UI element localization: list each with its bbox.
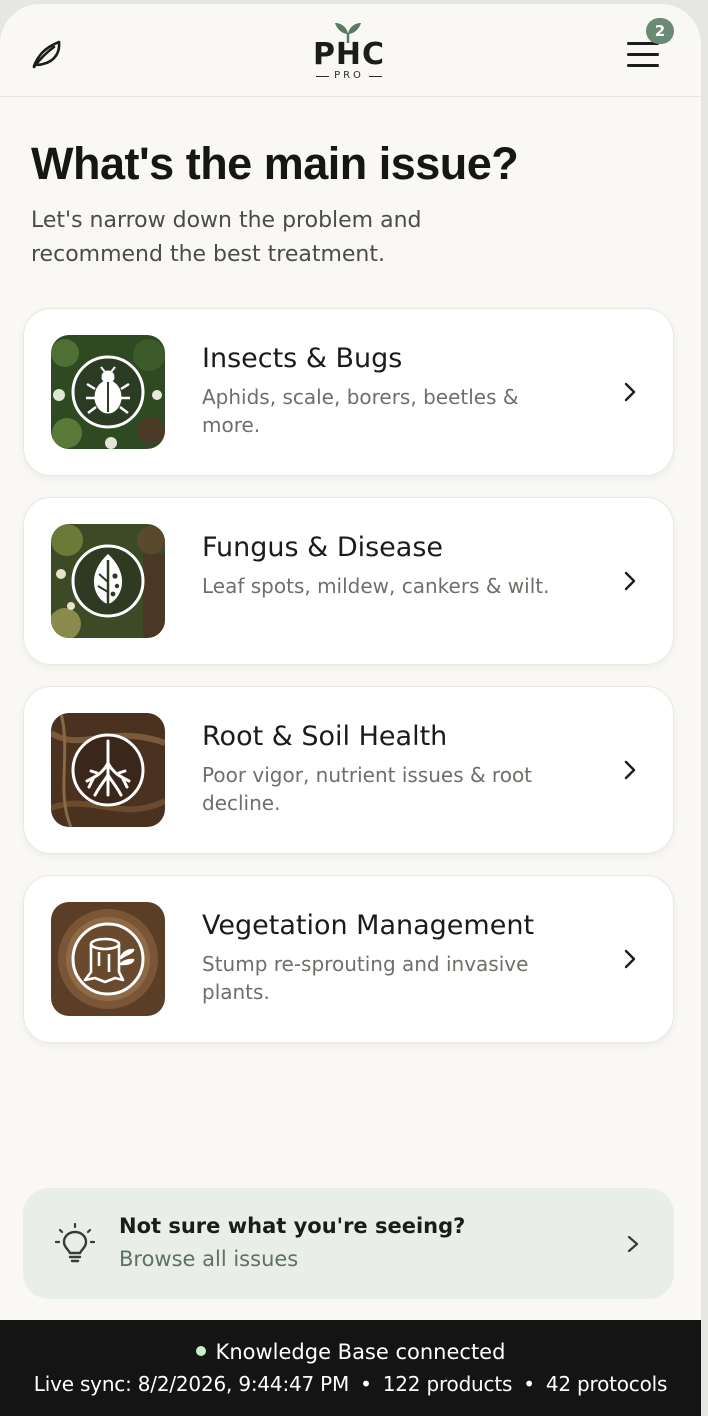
status-dot-icon xyxy=(195,1346,206,1356)
issue-card-root-soil[interactable]: Root & Soil Health Poor vigor, nutrient … xyxy=(23,686,674,854)
app-screen: PHC PRO 2 What's the main issue? Let's n… xyxy=(0,4,701,1416)
chevron-right-icon xyxy=(624,760,636,780)
knowledge-base-status-bar: Knowledge Base connected Live sync: 8/2/… xyxy=(0,1320,701,1416)
chevron-right-icon xyxy=(627,1235,639,1253)
separator: • xyxy=(360,1372,372,1396)
roots-thumbnail xyxy=(51,713,165,827)
notification-badge: 2 xyxy=(646,18,674,44)
fungus-thumbnail xyxy=(51,524,165,638)
browse-all-link[interactable]: Browse all issues xyxy=(119,1247,298,1271)
card-description: Stump re-sprouting and invasive plants. xyxy=(202,952,529,1004)
card-title: Vegetation Management xyxy=(202,910,535,941)
phc-pro-logo[interactable]: PHC PRO xyxy=(311,21,387,85)
chevron-right-icon xyxy=(624,382,636,402)
card-description: Aphids, scale, borers, beetles & more. xyxy=(202,385,519,437)
help-title: Not sure what you're seeing? xyxy=(119,1214,466,1238)
logo-text: PHC xyxy=(312,37,386,72)
vegetation-thumbnail xyxy=(51,902,165,1016)
product-count: 122 products xyxy=(382,1372,513,1396)
sync-info: Live sync: 8/2/2026, 9:44:47 PM • 122 prod… xyxy=(0,1372,701,1396)
issue-card-fungus[interactable]: Fungus & Disease Leaf spots, mildew, can… xyxy=(23,497,674,665)
card-title: Insects & Bugs xyxy=(202,343,403,374)
chevron-right-icon xyxy=(624,571,636,591)
connection-text: Knowledge Base connected xyxy=(215,1340,506,1364)
card-description: Poor vigor, nutrient issues & root decli… xyxy=(202,763,533,815)
protocol-count: 42 protocols xyxy=(545,1372,668,1396)
lightbulb-icon xyxy=(55,1222,95,1263)
issue-card-vegetation[interactable]: Vegetation Management Stump re-sprouting… xyxy=(23,875,674,1043)
card-description: Leaf spots, mildew, cankers & wilt. xyxy=(202,574,550,598)
leaf-icon[interactable] xyxy=(28,34,66,72)
insects-thumbnail xyxy=(51,335,165,449)
card-title: Fungus & Disease xyxy=(202,532,444,563)
sync-time: Live sync: 8/2/2026, 9:44:47 PM xyxy=(33,1372,350,1396)
menu-line xyxy=(627,53,659,56)
card-title: Root & Soil Health xyxy=(202,721,448,752)
connection-status: Knowledge Base connected xyxy=(0,1340,701,1364)
menu-line xyxy=(627,64,659,67)
page-subtitle: Let's narrow down the problem and recomm… xyxy=(31,208,422,267)
app-header: PHC PRO 2 xyxy=(0,4,701,97)
chevron-right-icon xyxy=(624,949,636,969)
separator: • xyxy=(523,1372,535,1396)
page-title: What's the main issue? xyxy=(31,138,519,189)
issue-card-insects[interactable]: Insects & Bugs Aphids, scale, borers, be… xyxy=(23,308,674,476)
logo-subtext: PRO xyxy=(311,70,387,81)
browse-all-issues-button[interactable]: Not sure what you're seeing? Browse all … xyxy=(23,1188,674,1299)
